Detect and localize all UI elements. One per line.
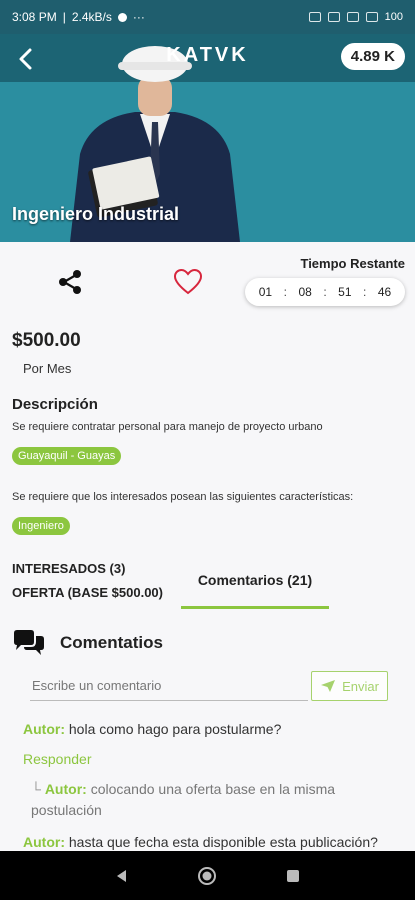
time-remaining-label: Tiempo Restante	[300, 256, 405, 271]
battery-level: 100	[384, 11, 403, 23]
job-title: Ingeniero Industrial	[12, 204, 180, 224]
comment-reply: └ Autor: colocando una oferta base en la…	[31, 779, 376, 821]
share-icon	[59, 270, 81, 294]
rating-badge: 4.89 K	[340, 43, 405, 70]
requirements-text: Se requiere que los interesados posean l…	[12, 491, 354, 503]
wifi-icon	[346, 12, 359, 22]
comments-title: Comentatios	[60, 633, 163, 652]
status-left: 3:08 PM | 2.4kB/s ···	[12, 10, 145, 24]
location-tag: Guayaquil - Guayas	[12, 447, 122, 465]
timer-separator: :	[363, 285, 367, 299]
favorite-button[interactable]	[173, 267, 203, 297]
status-bar: 3:08 PM | 2.4kB/s ··· 100	[0, 0, 415, 34]
description-text: Se requiere contratar personal para mane…	[12, 421, 323, 433]
timer-seconds: 46	[377, 285, 392, 299]
reply-button[interactable]: Responder	[23, 751, 92, 767]
nav-back-icon[interactable]	[114, 868, 130, 884]
timer-minutes: 51	[338, 285, 352, 299]
comment-item: Autor: hasta que fecha esta disponible e…	[23, 834, 378, 850]
timer-days: 01	[258, 285, 273, 299]
comment-text: hasta que fecha esta disponible esta pub…	[65, 834, 378, 850]
price-period: Por Mes	[23, 361, 72, 376]
job-actions: Tiempo Restante 01 : 08 : 51 : 46	[0, 242, 415, 317]
status-more: ···	[132, 10, 145, 24]
timer-separator: :	[323, 285, 327, 299]
timer-separator: :	[283, 285, 287, 299]
tab-comentarios[interactable]: Comentarios (21)	[181, 566, 329, 609]
chat-bubbles-icon	[14, 630, 44, 655]
paper-plane-icon	[321, 680, 336, 692]
skill-tag: Ingeniero	[12, 517, 70, 535]
job-hero-banner: KATVK 4.89 K Ingeniero Industrial	[0, 34, 415, 242]
comment-author: Autor:	[44, 781, 87, 797]
comment-author: Autor:	[23, 721, 65, 737]
tab-interesados[interactable]: INTERESADOS (3)	[12, 561, 125, 576]
status-right: 100	[308, 11, 403, 23]
comment-input[interactable]	[30, 671, 308, 701]
battery-icon	[365, 12, 378, 22]
timer-hours: 08	[298, 285, 312, 299]
notification-icon	[117, 12, 127, 22]
comment-item: Autor: hola como hago para postularme?	[23, 721, 281, 737]
nav-home-icon[interactable]	[197, 866, 217, 886]
system-nav-bar	[0, 851, 415, 900]
description-heading: Descripción	[12, 396, 98, 413]
tab-oferta[interactable]: OFERTA (BASE $500.00)	[12, 585, 163, 600]
comments-header: Comentatios	[12, 628, 163, 658]
signal-icon	[327, 12, 340, 22]
comment-author: Autor:	[23, 834, 65, 850]
send-label: Enviar	[342, 678, 379, 694]
heart-icon	[173, 268, 203, 295]
comment-text: hola como hago para postularme?	[65, 721, 282, 737]
status-separator: |	[62, 10, 66, 24]
status-time: 3:08 PM	[12, 10, 57, 24]
status-speed: 2.4kB/s	[71, 10, 112, 24]
nav-recents-icon[interactable]	[285, 868, 301, 884]
job-price: $500.00	[12, 330, 81, 351]
countdown-timer: 01 : 08 : 51 : 46	[245, 278, 405, 306]
send-comment-button[interactable]: Enviar	[311, 671, 388, 701]
share-button[interactable]	[56, 268, 84, 296]
bluetooth-icon	[308, 12, 321, 22]
reply-indent-marker: └	[31, 781, 41, 797]
